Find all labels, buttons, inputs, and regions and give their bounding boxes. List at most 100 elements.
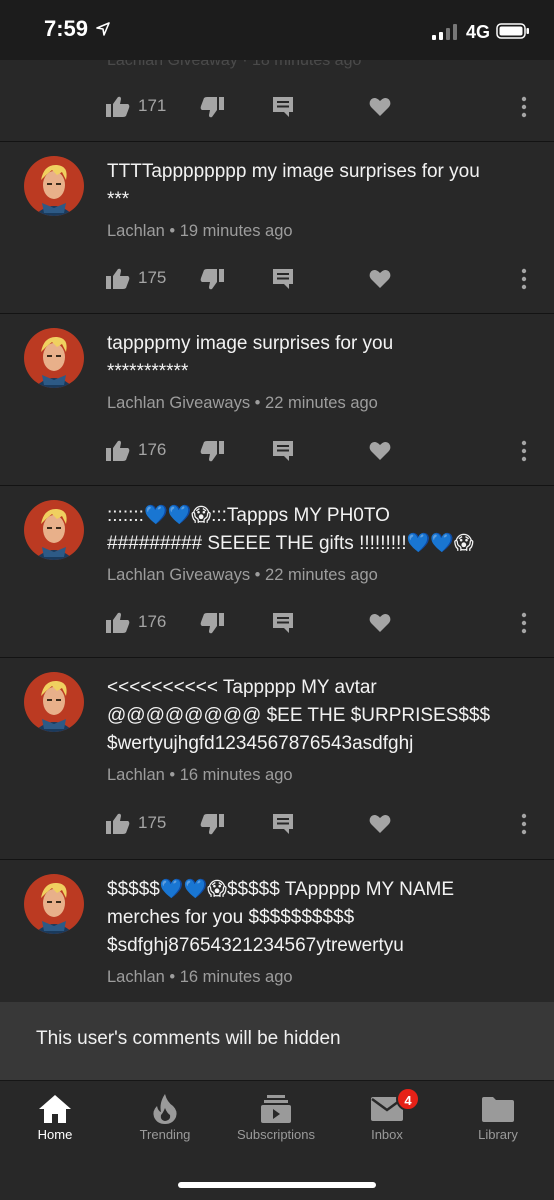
more-options-button[interactable] [520, 809, 528, 839]
more-vert-icon [521, 268, 527, 290]
battery-icon [496, 23, 529, 39]
comment: :::::::💙💙😱:::Tappps MY PH0TO ######### S… [0, 486, 554, 658]
heart-button[interactable] [369, 608, 391, 638]
more-options-button[interactable] [520, 92, 528, 122]
more-vert-icon [521, 96, 527, 118]
avatar[interactable] [24, 874, 84, 934]
partial-comment-actions: 171 [0, 92, 554, 122]
nav-label-inbox: Inbox [371, 1127, 403, 1142]
nav-label-trending: Trending [139, 1127, 191, 1142]
reply-icon [273, 613, 293, 633]
more-options-button[interactable] [520, 608, 528, 638]
reply-button[interactable] [272, 809, 294, 839]
nav-library[interactable]: Library [443, 1081, 553, 1161]
status-bar: 7:59 4G [0, 0, 554, 60]
comment-text-line: <<<<<<<<<< Tappppp MY avtar [107, 677, 377, 698]
thumbs-up-icon [106, 268, 130, 289]
avatar-illustration [24, 156, 84, 216]
reply-icon [273, 269, 293, 289]
comment-meta: Lachlan • 16 minutes ago [107, 968, 293, 986]
heart-button[interactable] [369, 809, 391, 839]
like-count: 176 [138, 612, 167, 631]
like-count: 175 [138, 268, 167, 287]
comment-text-line: *** [107, 189, 130, 210]
reply-button[interactable] [272, 608, 294, 638]
nav-subscriptions[interactable]: Subscriptions [221, 1081, 331, 1161]
more-vert-icon [521, 440, 527, 462]
avatar[interactable] [24, 328, 84, 388]
reply-icon [273, 441, 293, 461]
dislike-button[interactable] [200, 264, 224, 294]
heart-icon [369, 815, 391, 833]
thumbs-up-icon [106, 440, 130, 461]
comment-actions: 175 [0, 264, 554, 294]
thumbs-up-icon [106, 96, 130, 117]
heart-button[interactable] [369, 92, 391, 122]
reply-button[interactable] [272, 92, 294, 122]
home-indicator[interactable] [178, 1182, 376, 1188]
comment-text-line: $$$$$💙💙😱$$$$$ TAppppp MY NAME [107, 879, 455, 900]
reply-button[interactable] [272, 436, 294, 466]
subscriptions-icon [258, 1091, 294, 1127]
like-count: 176 [138, 440, 167, 459]
thumbs-up-icon [106, 612, 130, 633]
like-count: 175 [138, 813, 167, 832]
comment-text-line: merches for you $$$$$$$$$$ [107, 907, 355, 928]
heart-icon [369, 270, 391, 288]
comment-text-line: :::::::💙💙😱:::Tappps MY PH0TO [107, 505, 390, 526]
avatar-illustration [24, 874, 84, 934]
comment-actions: 175 [0, 809, 554, 839]
more-vert-icon [521, 813, 527, 835]
dislike-button[interactable] [200, 608, 224, 638]
avatar-illustration [24, 328, 84, 388]
dislike-button[interactable] [200, 92, 224, 122]
snackbar: This user's comments will be hidden [0, 1002, 554, 1080]
comment: <<<<<<<<<< Tappppp MY avtar @@@@@@@@ $EE… [0, 658, 554, 860]
comment-text-line: $sdfghj87654321234567ytrewertyu [107, 935, 404, 956]
inbox-badge: 4 [396, 1087, 420, 1111]
more-options-button[interactable] [520, 436, 528, 466]
like-button[interactable] [106, 608, 130, 638]
status-time: 7:59 [44, 16, 89, 41]
thumbs-down-icon [200, 97, 224, 118]
home-icon [37, 1091, 73, 1127]
comment: TTTTapppppppp my image surprises for you… [0, 142, 554, 314]
comment-text-line: @@@@@@@@ $EE THE $URPRISES$$$ [107, 705, 491, 726]
heart-button[interactable] [369, 436, 391, 466]
avatar[interactable] [24, 156, 84, 216]
comment-meta: Lachlan Giveaways • 22 minutes ago [107, 394, 378, 412]
thumbs-down-icon [200, 269, 224, 290]
like-button[interactable] [106, 264, 130, 294]
like-button[interactable] [106, 436, 130, 466]
nav-home[interactable]: Home [0, 1081, 110, 1161]
dislike-button[interactable] [200, 436, 224, 466]
avatar-illustration [24, 672, 84, 732]
comment-text-line: $wertyujhgfd1234567876543asdfghj [107, 733, 414, 754]
heart-button[interactable] [369, 264, 391, 294]
reply-icon [273, 97, 293, 117]
comment-text-line: *********** [107, 361, 189, 382]
more-options-button[interactable] [520, 264, 528, 294]
heart-icon [369, 614, 391, 632]
comment: $$$$$💙💙😱$$$$$ TAppppp MY NAME merches fo… [0, 860, 554, 1002]
like-count: 171 [138, 96, 167, 115]
signal-icon [432, 24, 457, 40]
avatar-illustration [24, 500, 84, 560]
folder-icon [480, 1091, 516, 1127]
nav-label-subscriptions: Subscriptions [236, 1127, 316, 1142]
nav-inbox[interactable]: Inbox [332, 1081, 442, 1161]
like-button[interactable] [106, 92, 130, 122]
flame-icon [147, 1091, 183, 1127]
comment-meta: Lachlan • 19 minutes ago [107, 222, 293, 240]
comment-meta: Lachlan Giveaways • 22 minutes ago [107, 566, 378, 584]
comment-actions: 176 [0, 436, 554, 466]
like-button[interactable] [106, 809, 130, 839]
network-label: 4G [466, 22, 491, 42]
thumbs-down-icon [200, 613, 224, 634]
nav-trending[interactable]: Trending [110, 1081, 220, 1161]
reply-button[interactable] [272, 264, 294, 294]
heart-icon [369, 98, 391, 116]
avatar[interactable] [24, 500, 84, 560]
dislike-button[interactable] [200, 809, 224, 839]
avatar[interactable] [24, 672, 84, 732]
